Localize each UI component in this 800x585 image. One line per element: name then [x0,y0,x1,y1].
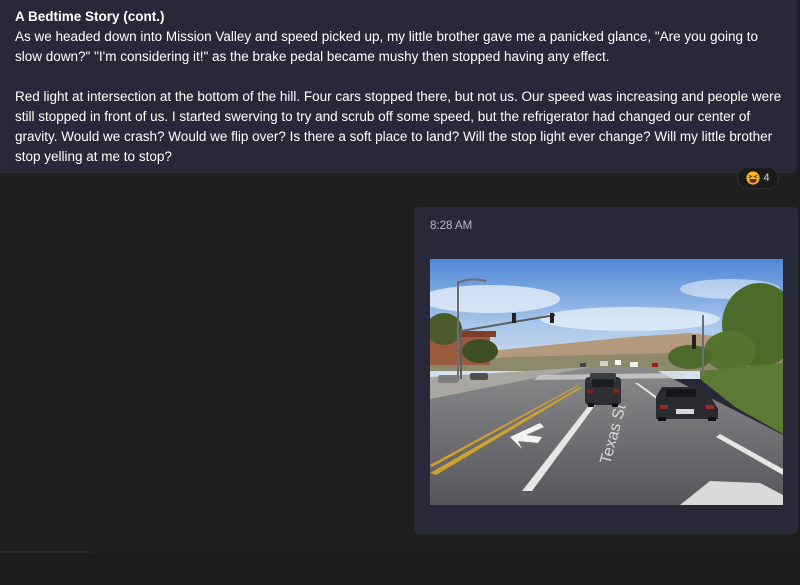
message-title: A Bedtime Story (cont.) [15,9,165,24]
message-bubble-story[interactable]: A Bedtime Story (cont.) As we headed dow… [0,0,797,173]
message-bubble-image[interactable]: 8:28 AM Texas St [414,207,798,534]
message-paragraph: Red light at intersection at the bottom … [15,89,782,164]
composer-area [0,553,800,585]
message-paragraph: As we headed down into Mission Valley an… [15,29,758,64]
chat-view: A Bedtime Story (cont.) As we headed dow… [0,0,800,585]
message-timestamp: 8:28 AM [430,220,473,232]
street-photo[interactable]: Texas St [430,259,783,505]
grinning-squinting-face-icon [746,171,761,185]
reaction-chip[interactable]: 4 [737,167,779,189]
reaction-count: 4 [763,172,770,184]
